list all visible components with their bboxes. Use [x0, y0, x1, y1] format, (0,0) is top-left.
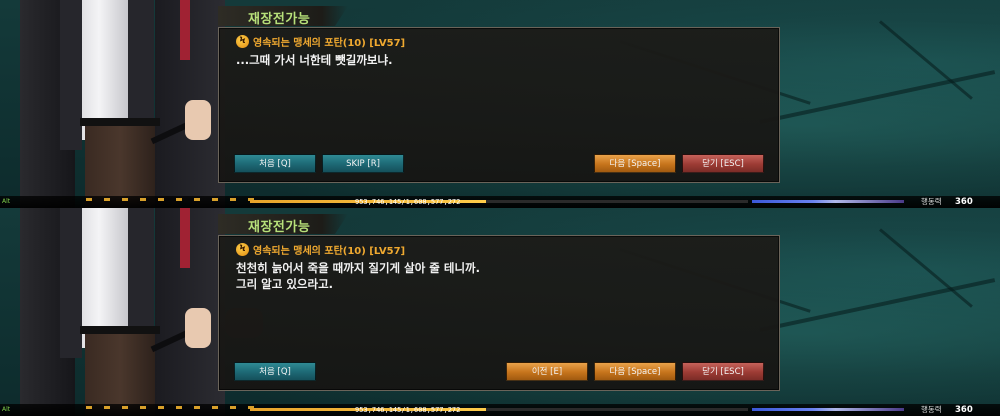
action-point-bar [752, 408, 904, 411]
character-portrait [0, 0, 240, 208]
close-button[interactable]: 닫기 [ESC] [682, 154, 764, 173]
quest-lightning-icon: Ϟ [236, 34, 249, 48]
dialogue-text: ...그때 가서 너한테 뺏길까보냐. [236, 52, 392, 68]
skill-cooldown-dots [86, 198, 256, 201]
quest-title: 영속되는 맹세의 포탄(10) [LV57] [253, 37, 406, 49]
reload-status-label: 재장전가능 [248, 220, 311, 235]
skill-cooldown-dots [86, 406, 256, 409]
reload-status-label: 재장전가능 [248, 12, 311, 27]
dialogue-box: Ϟ 영속되는 맹세의 포탄(10) [LV57] 천천히 늙어서 죽을 때까지 … [218, 235, 780, 391]
quest-title: 영속되는 맹세의 포탄(10) [LV57] [253, 245, 406, 257]
dialogue-line: 그리 알고 있으라고. [236, 277, 334, 291]
dialogue-screen-top: 재장전가능 Ϟ 영속되는 맹세의 포탄(10) [LV57] ...그때 가서 … [0, 0, 1000, 208]
action-point-label: 행동력 [921, 197, 942, 206]
dialogue-screen-bottom: 재장전가능 Ϟ 영속되는 맹세의 포탄(10) [LV57] 천천히 늙어서 죽… [0, 208, 1000, 416]
exp-value: 953,746,145/1,608,577,272 [355, 198, 461, 206]
action-point-label: 행동력 [921, 405, 942, 414]
dialogue-box: Ϟ 영속되는 맹세의 포탄(10) [LV57] ...그때 가서 너한테 뺏길… [218, 27, 780, 183]
first-button[interactable]: 처음 [Q] [234, 154, 316, 173]
next-button[interactable]: 다음 [Space] [594, 362, 676, 381]
dialogue-line: ...그때 가서 너한테 뺏길까보냐. [236, 53, 393, 67]
status-bar: Alt 953,746,145/1,608,577,272 행동력 360 [0, 196, 1000, 208]
prev-button[interactable]: 이전 [E] [506, 362, 588, 381]
quest-lightning-icon: Ϟ [236, 242, 249, 256]
first-button[interactable]: 처음 [Q] [234, 362, 316, 381]
exp-bar-track [486, 408, 748, 411]
exp-bar-track [486, 200, 748, 203]
dialogue-text: 천천히 늙어서 죽을 때까지 질기게 살아 줄 테니까. 그리 알고 있으라고. [236, 260, 480, 292]
reload-status-tag: 재장전가능 [218, 6, 348, 26]
next-button[interactable]: 다음 [Space] [594, 154, 676, 173]
status-bar: Alt 953,746,145/1,608,577,272 행동력 360 [0, 404, 1000, 416]
alt-key-hint: Alt [2, 406, 11, 413]
close-button[interactable]: 닫기 [ESC] [682, 362, 764, 381]
action-point-bar [752, 200, 904, 203]
action-point-value: 360 [955, 197, 973, 207]
exp-value: 953,746,145/1,608,577,272 [355, 406, 461, 414]
quest-header: Ϟ 영속되는 맹세의 포탄(10) [LV57] [236, 33, 405, 49]
reload-status-tag: 재장전가능 [218, 214, 348, 234]
skip-button[interactable]: SKIP [R] [322, 154, 404, 173]
character-portrait [0, 208, 263, 416]
alt-key-hint: Alt [2, 198, 11, 205]
dialogue-line: 천천히 늙어서 죽을 때까지 질기게 살아 줄 테니까. [236, 261, 480, 275]
action-point-value: 360 [955, 405, 973, 415]
quest-header: Ϟ 영속되는 맹세의 포탄(10) [LV57] [236, 241, 405, 257]
